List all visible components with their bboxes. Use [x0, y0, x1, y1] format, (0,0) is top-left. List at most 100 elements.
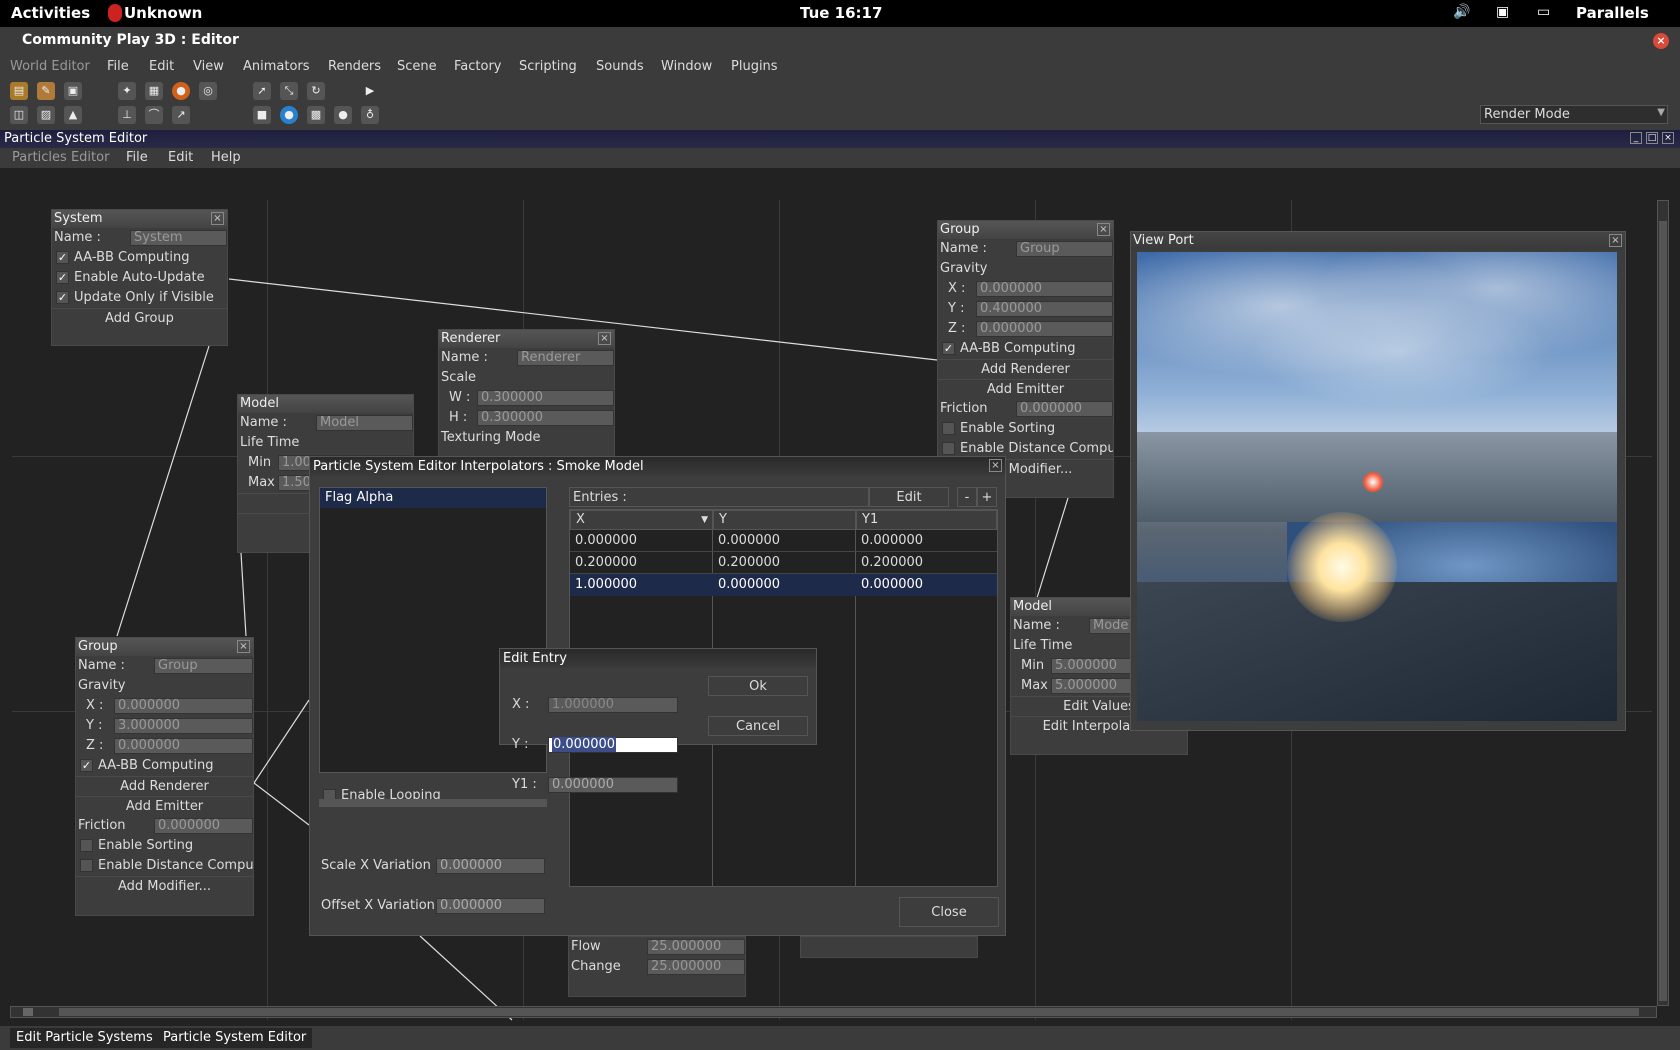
menu-file[interactable]: File	[107, 59, 129, 74]
close-icon[interactable]: ×	[1097, 223, 1110, 236]
sorting-checkbox[interactable]	[942, 422, 955, 435]
scale-icon[interactable]: ⤡	[280, 82, 298, 100]
group-node-header[interactable]: Group ×	[938, 221, 1113, 239]
emitter-node[interactable]: Flow 25.000000 Change 25.000000	[568, 936, 746, 997]
aabb-checkbox[interactable]: ✓	[942, 342, 955, 355]
cursor-icon[interactable]: ➚	[253, 82, 271, 100]
aabb-checkbox[interactable]: ✓	[80, 759, 93, 772]
add-modifier-button[interactable]: Add Modifier...	[76, 876, 253, 896]
arrow-icon[interactable]: ↗	[172, 106, 190, 124]
user-menu[interactable]: Parallels	[1576, 4, 1649, 22]
list-item[interactable]: Flag Alpha	[320, 488, 546, 508]
group-node-left[interactable]: Group × Name : Group Gravity X : 0.000000 Y…	[75, 637, 254, 916]
close-icon[interactable]: ×	[989, 459, 1002, 472]
gravity-y-field[interactable]: 0.400000	[976, 301, 1113, 317]
menu-animators[interactable]: Animators	[243, 59, 310, 74]
table-row-selected[interactable]: 1.000000 0.000000 0.000000	[570, 574, 997, 596]
menu-world-editor[interactable]: World Editor	[10, 59, 90, 74]
app-menu[interactable]: Unknown	[124, 4, 202, 22]
axis-icon[interactable]: ⊥	[118, 106, 136, 124]
friction-field[interactable]: 0.000000	[154, 818, 253, 834]
particle-icon[interactable]: ●	[334, 106, 352, 124]
partial-node[interactable]	[800, 936, 978, 958]
minimize-icon[interactable]: _	[1630, 132, 1642, 144]
cancel-button[interactable]: Cancel	[708, 716, 808, 736]
image-icon[interactable]: ▨	[37, 106, 55, 124]
play-icon[interactable]: ▶	[361, 82, 379, 100]
auto-update-row[interactable]: ✓ Enable Auto-Update	[52, 268, 227, 288]
gravity-z-field[interactable]: 0.000000	[976, 321, 1113, 337]
close-icon[interactable]: ×	[1662, 132, 1674, 144]
scale-h-field[interactable]: 0.300000	[477, 410, 614, 426]
edit-entry-title[interactable]: Edit Entry	[500, 649, 816, 668]
terrain-icon[interactable]: ▲	[64, 106, 82, 124]
sorting-checkbox[interactable]	[80, 839, 93, 852]
menu-factory[interactable]: Factory	[454, 59, 502, 74]
viewport-window[interactable]: View Port ×	[1130, 231, 1626, 731]
menu-sounds[interactable]: Sounds	[596, 59, 644, 74]
add-emitter-button[interactable]: Add Emitter	[76, 796, 253, 816]
sorting-row[interactable]: Enable Sorting	[76, 836, 253, 856]
open-icon[interactable]: ▤	[10, 82, 28, 100]
scroll-thumb[interactable]	[1659, 221, 1667, 1001]
scroll-thumb[interactable]	[59, 1008, 1639, 1016]
light-icon[interactable]: ✦	[118, 82, 136, 100]
remove-entry-button[interactable]: -	[957, 487, 977, 507]
menu-view[interactable]: View	[193, 59, 224, 74]
system-node-header[interactable]: System ×	[52, 210, 227, 228]
close-icon[interactable]: ×	[1609, 234, 1622, 247]
group-aabb-row[interactable]: ✓ AA-BB Computing	[76, 756, 253, 776]
interpolators-titlebar[interactable]: Particle System Editor Interpolators : S…	[310, 457, 1005, 476]
menu-scene[interactable]: Scene	[397, 59, 437, 74]
menu-pse-edit[interactable]: Edit	[168, 150, 193, 165]
aabb-checkbox[interactable]: ✓	[56, 251, 69, 264]
model-name-field[interactable]: Model	[316, 415, 413, 431]
close-icon[interactable]: ×	[598, 332, 611, 345]
menu-edit[interactable]: Edit	[149, 59, 174, 74]
rotate-icon[interactable]: ↻	[307, 82, 325, 100]
system-name-field[interactable]: System	[130, 230, 227, 246]
gravity-z-field[interactable]: 0.000000	[114, 738, 253, 754]
close-icon[interactable]: ×	[211, 212, 224, 225]
edit-entry-dialog[interactable]: Edit Entry X : 1.000000 Y : 0.000000 Y1 : 0…	[499, 648, 817, 793]
add-entry-button[interactable]: +	[977, 487, 997, 507]
volume-icon[interactable]: 🔊	[1453, 4, 1470, 20]
add-emitter-button[interactable]: Add Emitter	[938, 379, 1113, 399]
checker-icon[interactable]: ▩	[307, 106, 325, 124]
group-node-header[interactable]: Group ×	[76, 638, 253, 656]
water-icon[interactable]: ●	[280, 106, 298, 124]
offset-x-field[interactable]: 0.000000	[436, 898, 545, 914]
menu-pse-help[interactable]: Help	[211, 150, 241, 165]
maximize-icon[interactable]: □	[1646, 132, 1658, 144]
target-icon[interactable]: ◎	[199, 82, 217, 100]
table-row[interactable]: 0.000000 0.000000 0.000000	[570, 530, 997, 552]
model-node-header[interactable]: Model	[238, 395, 413, 413]
change-field[interactable]: 25.000000	[647, 959, 745, 975]
lamp-icon[interactable]: ♁	[361, 106, 379, 124]
menu-particles-editor[interactable]: Particles Editor	[12, 150, 109, 165]
renderer-name-field[interactable]: Renderer	[517, 350, 614, 366]
add-renderer-button[interactable]: Add Renderer	[76, 776, 253, 796]
aabb-row[interactable]: ✓ AA-BB Computing	[52, 248, 227, 268]
gravity-x-field[interactable]: 0.000000	[114, 698, 253, 714]
gravity-y-field[interactable]: 3.000000	[114, 718, 253, 734]
vertical-scrollbar[interactable]	[1657, 200, 1669, 1006]
horizontal-scrollbar[interactable]	[10, 1006, 1657, 1018]
scroll-left-icon[interactable]	[23, 1008, 33, 1016]
taskbar-particle-system-editor[interactable]: Particle System Editor	[157, 1028, 313, 1048]
menu-plugins[interactable]: Plugins	[731, 59, 778, 74]
distance-checkbox[interactable]	[80, 859, 93, 872]
col-header-y1[interactable]: Y1	[856, 510, 997, 530]
close-button[interactable]: Close	[899, 897, 999, 927]
group-name-field[interactable]: Group	[154, 658, 253, 674]
curve-icon[interactable]: ⌒	[145, 106, 163, 124]
renderer-node-header[interactable]: Renderer ×	[439, 330, 614, 348]
flow-field[interactable]: 25.000000	[647, 939, 745, 955]
distance-row[interactable]: Enable Distance Computa	[76, 856, 253, 876]
friction-field[interactable]: 0.000000	[1016, 401, 1113, 417]
viewport-header[interactable]: View Port ×	[1131, 232, 1625, 250]
close-icon[interactable]: ×	[1653, 33, 1669, 49]
scale-w-field[interactable]: 0.300000	[477, 390, 614, 406]
scene-render[interactable]	[1137, 252, 1617, 721]
auto-update-checkbox[interactable]: ✓	[56, 271, 69, 284]
